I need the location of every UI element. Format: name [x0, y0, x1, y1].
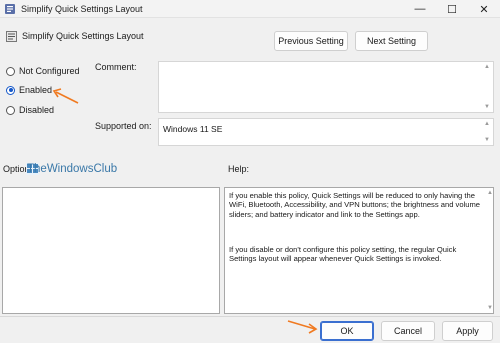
scroll-down-icon[interactable]: ▼: [484, 137, 490, 143]
radio-disabled[interactable]: Disabled: [6, 105, 54, 115]
annotation-arrow-icon: [52, 88, 79, 104]
cancel-button[interactable]: Cancel: [381, 321, 435, 341]
policy-title: Simplify Quick Settings Layout: [22, 31, 144, 41]
supported-on-field: Windows 11 SE ▲ ▼: [158, 118, 494, 146]
options-panel: [2, 187, 220, 314]
scroll-up-icon[interactable]: ▲: [484, 64, 490, 70]
radio-enabled[interactable]: Enabled: [6, 85, 52, 95]
annotation-arrow-icon: [287, 320, 318, 334]
scroll-up-icon[interactable]: ▲: [487, 190, 493, 196]
window-title: Simplify Quick Settings Layout: [21, 4, 143, 14]
help-paragraph: If you disable or don't configure this p…: [229, 245, 457, 264]
previous-setting-button[interactable]: Previous Setting: [274, 31, 348, 51]
radio-circle[interactable]: [6, 105, 15, 115]
supported-on-label: Supported on:: [95, 121, 152, 131]
radio-label: Enabled: [19, 85, 53, 95]
help-scrollbar[interactable]: ▲ ▼: [487, 188, 493, 313]
supported-on-value: Windows 11 SE: [163, 124, 223, 134]
policy-icon: [5, 4, 15, 14]
radio-circle-checked[interactable]: [6, 85, 15, 95]
help-label: Help:: [228, 164, 250, 174]
title-bar: Simplify Quick Settings Layout — ☐ ✕: [0, 0, 500, 18]
watermark-text: TheWindowsClub: [27, 163, 118, 175]
help-panel: If you enable this policy, Quick Setting…: [224, 187, 494, 314]
ok-button[interactable]: OK: [320, 321, 374, 341]
radio-not-configured[interactable]: Not Configured: [6, 66, 80, 76]
minimize-button[interactable]: —: [404, 0, 436, 18]
radio-circle[interactable]: [6, 66, 15, 76]
setting-icon: [6, 31, 17, 42]
scroll-down-icon[interactable]: ▼: [484, 104, 490, 110]
radio-label: Not Configured: [19, 66, 80, 76]
maximize-button[interactable]: ☐: [436, 0, 468, 18]
footer-divider: [0, 316, 500, 317]
scroll-down-icon[interactable]: ▼: [487, 305, 493, 311]
comment-field[interactable]: ▲ ▼: [158, 61, 494, 113]
radio-label: Disabled: [19, 105, 55, 115]
scroll-up-icon[interactable]: ▲: [484, 121, 490, 127]
close-button[interactable]: ✕: [468, 0, 500, 18]
apply-button[interactable]: Apply: [442, 321, 493, 341]
comment-label: Comment:: [95, 62, 137, 72]
next-setting-button[interactable]: Next Setting: [355, 31, 428, 51]
help-paragraph: If you enable this policy, Quick Setting…: [229, 191, 481, 219]
